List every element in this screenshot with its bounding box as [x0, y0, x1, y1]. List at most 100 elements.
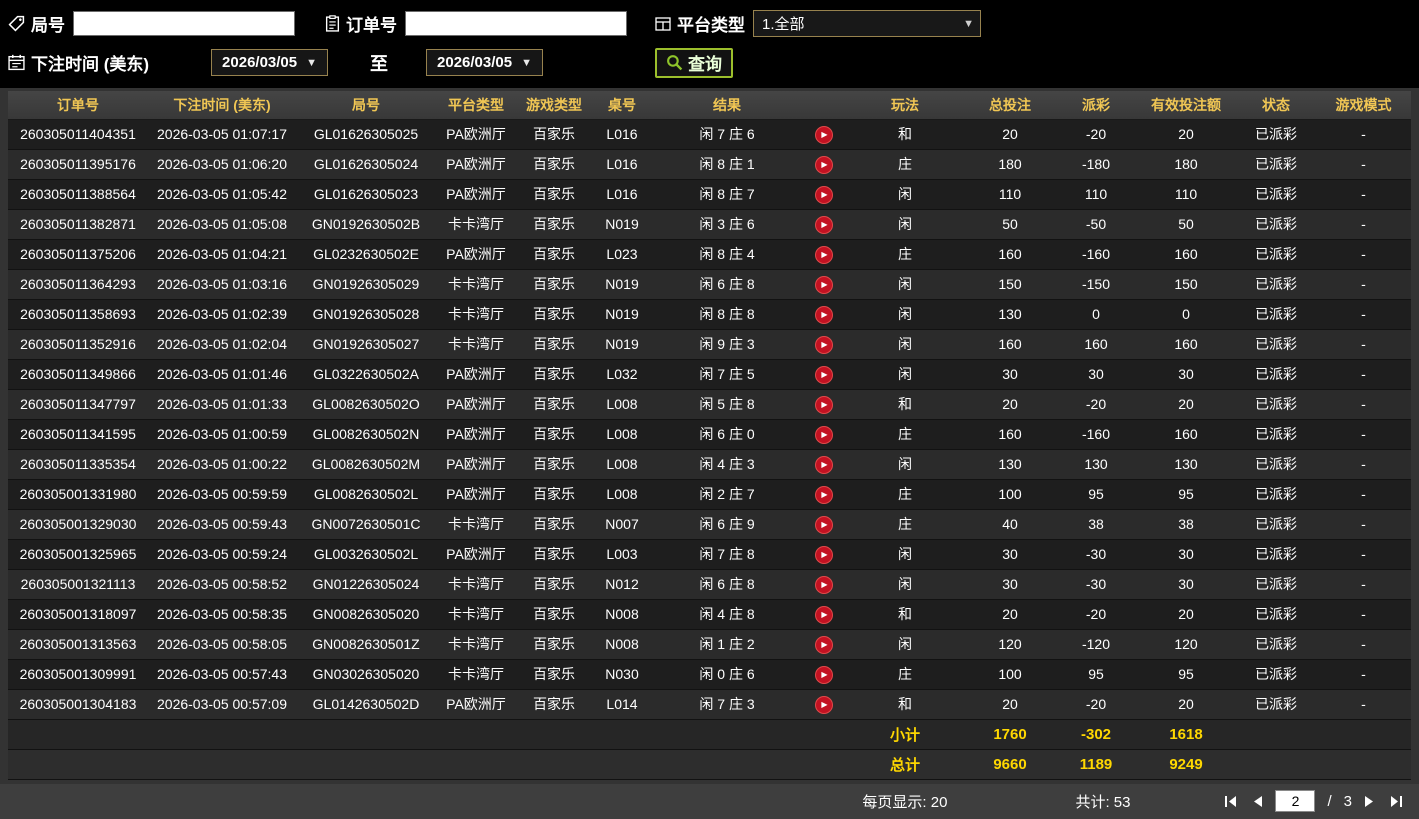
cell-round_no: GL01626305025	[296, 119, 436, 150]
replay-icon[interactable]: ▶	[815, 546, 833, 564]
cell-mode: -	[1316, 209, 1411, 240]
cell-payout: 110	[1056, 179, 1136, 210]
cell-play: 庄	[846, 419, 964, 450]
replay-icon[interactable]: ▶	[815, 486, 833, 504]
cell-round_no: GN01226305024	[296, 569, 436, 600]
pagination-bar: 每页显示: 20 共计: 53 / 3	[0, 783, 1419, 819]
replay-icon[interactable]: ▶	[815, 426, 833, 444]
column-header: 游戏模式	[1316, 91, 1411, 120]
cell-result: 闲 4 庄 3	[652, 449, 802, 480]
replay-icon[interactable]: ▶	[815, 666, 833, 684]
table-row: 260305011347797 2026-03-05 01:01:33 GL0082…	[8, 389, 1411, 420]
cell-mode: -	[1316, 299, 1411, 330]
cell-valid_bet: 95	[1136, 659, 1236, 690]
cell-valid_bet: 30	[1136, 359, 1236, 390]
replay-cell: ▶	[802, 389, 846, 420]
platform-type-select[interactable]: 1.全部 ▼	[753, 10, 981, 37]
cell-table_no: N019	[592, 269, 652, 300]
replay-cell: ▶	[802, 509, 846, 540]
table-row: 260305011404351 2026-03-05 01:07:17 GL0162…	[8, 119, 1411, 150]
cell-result: 闲 0 庄 6	[652, 659, 802, 690]
table-row: 260305011341595 2026-03-05 01:00:59 GL0082…	[8, 419, 1411, 450]
page-number-input[interactable]	[1275, 790, 1316, 812]
order-no-label: 订单号	[346, 16, 397, 35]
round-no-label-group: 局号	[8, 11, 65, 36]
cell-valid_bet: 95	[1136, 479, 1236, 510]
replay-icon[interactable]: ▶	[815, 306, 833, 324]
cell-round_no: GN0072630501C	[296, 509, 436, 540]
cell-game_type: 百家乐	[516, 539, 592, 570]
cell-valid_bet: 180	[1136, 149, 1236, 180]
cell-valid_bet: 50	[1136, 209, 1236, 240]
cell-mode: -	[1316, 479, 1411, 510]
cell-play: 闲	[846, 539, 964, 570]
cell-play: 和	[846, 119, 964, 150]
cell-status: 已派彩	[1236, 299, 1316, 330]
records-table-wrap: 订单号 下注时间 (美东) 局号 平台类型 游戏类型 桌号 结果 玩法 总投注 派彩 有效投注额 状态…	[0, 88, 1419, 780]
cell-round_no: GL0032630502L	[296, 539, 436, 570]
table-row: 260305011352916 2026-03-05 01:02:04 GN0192…	[8, 329, 1411, 360]
cell-status: 已派彩	[1236, 209, 1316, 240]
cell-total_bet: 120	[964, 629, 1056, 660]
last-page-icon	[1391, 795, 1402, 807]
cell-bet_time: 2026-03-05 01:01:33	[148, 389, 296, 420]
replay-icon[interactable]: ▶	[815, 156, 833, 174]
next-page-button[interactable]	[1362, 793, 1377, 810]
table-row: 260305011358693 2026-03-05 01:02:39 GN0192…	[8, 299, 1411, 330]
cell-order_no: 260305011364293	[8, 269, 148, 300]
cell-order_no: 260305001304183	[8, 689, 148, 720]
records-tbody: 260305011404351 2026-03-05 01:07:17 GL0162…	[8, 119, 1411, 720]
cell-order_no: 260305011358693	[8, 299, 148, 330]
replay-cell: ▶	[802, 209, 846, 240]
cell-valid_bet: 160	[1136, 239, 1236, 270]
cell-play: 庄	[846, 659, 964, 690]
date-from-button[interactable]: 2026/03/05 ▼	[211, 49, 329, 76]
cell-bet_time: 2026-03-05 01:01:46	[148, 359, 296, 390]
replay-icon[interactable]: ▶	[815, 576, 833, 594]
column-header: 派彩	[1056, 91, 1136, 120]
replay-icon[interactable]: ▶	[815, 126, 833, 144]
order-no-input[interactable]	[405, 11, 627, 36]
prev-page-button[interactable]	[1250, 793, 1265, 810]
cell-total_bet: 20	[964, 119, 1056, 150]
date-to-button[interactable]: 2026/03/05 ▼	[426, 49, 543, 76]
replay-icon[interactable]: ▶	[815, 246, 833, 264]
cell-mode: -	[1316, 149, 1411, 180]
replay-icon[interactable]: ▶	[815, 606, 833, 624]
cell-platform: PA欧洲厅	[436, 119, 516, 150]
last-page-button[interactable]	[1387, 793, 1405, 810]
cell-payout: 0	[1056, 299, 1136, 330]
column-header: 结果	[652, 91, 802, 120]
cell-mode: -	[1316, 119, 1411, 150]
cell-play: 闲	[846, 299, 964, 330]
search-button[interactable]: 查询	[654, 47, 733, 78]
cell-payout: -20	[1056, 689, 1136, 720]
cell-valid_bet: 20	[1136, 599, 1236, 630]
replay-icon[interactable]: ▶	[815, 396, 833, 414]
cell-payout: 95	[1056, 479, 1136, 510]
cell-platform: 卡卡湾厅	[436, 269, 516, 300]
replay-icon[interactable]: ▶	[815, 276, 833, 294]
cell-play: 闲	[846, 569, 964, 600]
cell-game_type: 百家乐	[516, 329, 592, 360]
replay-cell: ▶	[802, 269, 846, 300]
replay-icon[interactable]: ▶	[815, 336, 833, 354]
replay-icon[interactable]: ▶	[815, 456, 833, 474]
replay-icon[interactable]: ▶	[815, 636, 833, 654]
replay-icon[interactable]: ▶	[815, 186, 833, 204]
replay-icon[interactable]: ▶	[815, 696, 833, 714]
round-no-input[interactable]	[73, 11, 295, 36]
cell-valid_bet: 30	[1136, 539, 1236, 570]
cell-total_bet: 110	[964, 179, 1056, 210]
replay-icon[interactable]: ▶	[815, 366, 833, 384]
replay-icon[interactable]: ▶	[815, 516, 833, 534]
cell-table_no: N030	[592, 659, 652, 690]
cell-status: 已派彩	[1236, 659, 1316, 690]
platform-type-selected-value: 1.全部	[762, 16, 805, 33]
first-page-button[interactable]	[1222, 793, 1240, 810]
cell-play: 庄	[846, 239, 964, 270]
cell-mode: -	[1316, 269, 1411, 300]
cell-round_no: GN0082630501Z	[296, 629, 436, 660]
cell-order_no: 260305011352916	[8, 329, 148, 360]
replay-icon[interactable]: ▶	[815, 216, 833, 234]
